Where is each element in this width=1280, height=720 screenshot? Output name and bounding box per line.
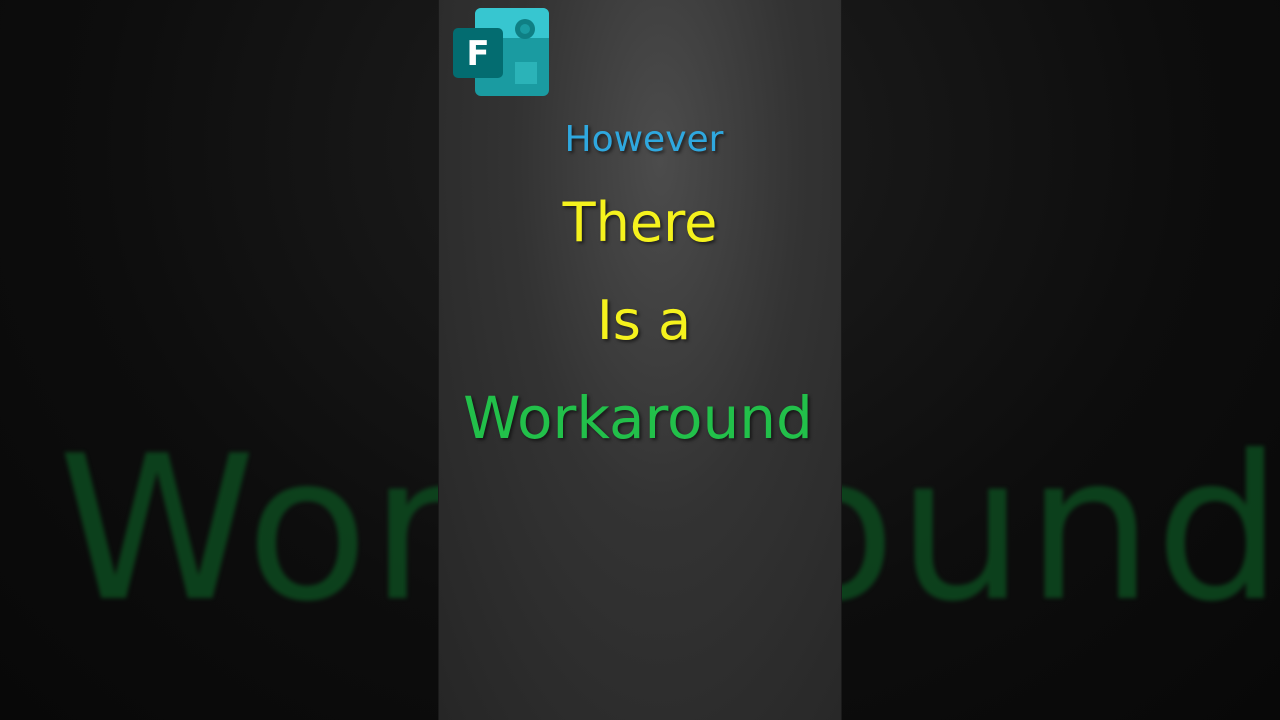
caption-workaround: Workaround <box>463 384 813 452</box>
caption-there: There <box>562 191 718 254</box>
caption-however: However <box>564 119 724 160</box>
microsoft-forms-icon: F <box>453 8 549 96</box>
video-frame: Workaround F However There Is a Workarou… <box>0 0 1280 720</box>
vertical-video-panel: F However There Is a Workaround <box>439 0 841 720</box>
forms-logo-letter: F <box>466 34 489 74</box>
caption-is-a: Is a <box>596 289 692 352</box>
